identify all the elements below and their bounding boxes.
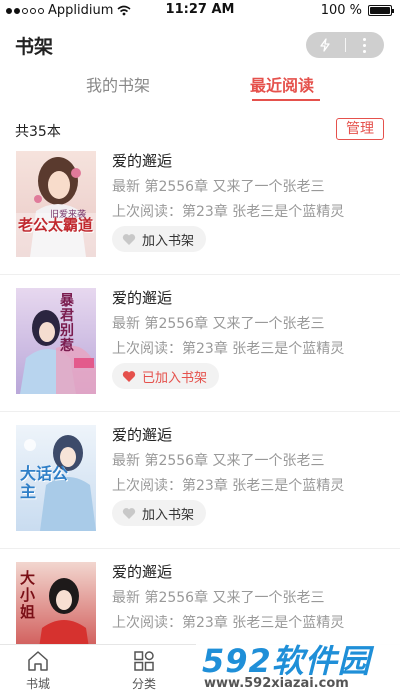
lightning-button[interactable] <box>306 32 345 58</box>
more-button[interactable] <box>346 32 385 58</box>
latest-chapter: 最新 第2556章 又来了一个张老三 <box>112 179 325 195</box>
latest-chapter: 最新 第2556章 又来了一个张老三 <box>112 453 325 469</box>
add-to-shelf-button[interactable]: 加入书架 <box>112 226 207 252</box>
lightning-icon <box>320 38 330 52</box>
book-title: 爱的邂逅 <box>112 152 173 170</box>
last-read-chapter: 上次阅读：第23章 张老三是个蓝精灵 <box>112 615 345 631</box>
added-to-shelf-button[interactable]: 已加入书架 <box>112 363 220 389</box>
book-item[interactable]: 老公太霸道 旧爱来袭 爱的邂逅 最新 第2556章 又来了一个张老三 上次阅读：… <box>0 138 400 275</box>
last-read-chapter: 上次阅读：第23章 张老三是个蓝精灵 <box>112 478 345 494</box>
shelf-button-label: 已加入书架 <box>142 370 208 386</box>
latest-chapter: 最新 第2556章 又来了一个张老三 <box>112 590 325 606</box>
book-title: 爱的邂逅 <box>112 289 173 307</box>
active-tab-indicator <box>252 99 320 101</box>
tab-bar: 我的书架 最近阅读 <box>0 72 400 108</box>
book-list: 老公太霸道 旧爱来袭 爱的邂逅 最新 第2556章 又来了一个张老三 上次阅读：… <box>0 138 400 686</box>
status-right: 100 % <box>320 3 394 18</box>
heart-icon <box>122 507 136 519</box>
nav-label: 书城 <box>25 677 50 691</box>
cover-subtitle: 旧爱来袭 <box>50 210 87 220</box>
shelf-button-label: 加入书架 <box>142 507 195 523</box>
capsule-divider <box>344 38 346 52</box>
book-item[interactable]: 大话公主 爱的邂逅 最新 第2556章 又来了一个张老三 上次阅读：第23章 张… <box>0 412 400 549</box>
nav-item-category[interactable]: 分类 <box>114 649 174 692</box>
manage-button[interactable]: 管理 <box>336 118 384 140</box>
book-item[interactable]: 暴君别惹 爱的邂逅 最新 第2556章 又来了一个张老三 上次阅读：第23章 张… <box>0 275 400 412</box>
header: 书架 <box>0 28 400 68</box>
nav-label: 分类 <box>131 677 156 691</box>
watermark: 592软件园 www.592xiazai.com <box>196 630 400 700</box>
tab-my-shelf[interactable]: 我的书架 <box>86 72 150 96</box>
cover-title: 暴君别惹 <box>60 293 74 354</box>
heart-icon <box>122 370 136 382</box>
add-to-shelf-button[interactable]: 加入书架 <box>112 500 207 526</box>
shelf-button-label: 加入书架 <box>142 233 195 249</box>
page-title: 书架 <box>15 36 54 58</box>
status-bar: Applidium 11:27 AM 100 % <box>0 0 400 20</box>
latest-chapter: 最新 第2556章 又来了一个张老三 <box>112 316 325 332</box>
book-title: 爱的邂逅 <box>112 426 173 444</box>
capsule-menu <box>306 32 384 58</box>
book-cover[interactable]: 老公太霸道 旧爱来袭 <box>16 151 96 257</box>
category-icon <box>134 651 154 671</box>
last-read-chapter: 上次阅读：第23章 张老三是个蓝精灵 <box>112 341 345 357</box>
battery-icon <box>368 5 394 16</box>
book-cover[interactable]: 大话公主 <box>16 425 96 531</box>
book-cover[interactable]: 暴君别惹 <box>16 288 96 394</box>
cover-title: 大话公主 <box>20 464 69 501</box>
home-icon <box>28 651 48 671</box>
heart-icon <box>122 233 136 245</box>
watermark-url: www.592xiazai.com <box>204 676 349 691</box>
battery-label: 100 % <box>320 3 362 18</box>
tab-recent-reading[interactable]: 最近阅读 <box>250 72 314 96</box>
cover-title: 大小姐 <box>20 569 36 621</box>
more-icon <box>363 37 367 53</box>
last-read-chapter: 上次阅读：第23章 张老三是个蓝精灵 <box>112 204 345 220</box>
book-title: 爱的邂逅 <box>112 563 173 581</box>
nav-item-bookstore[interactable]: 书城 <box>8 649 68 692</box>
